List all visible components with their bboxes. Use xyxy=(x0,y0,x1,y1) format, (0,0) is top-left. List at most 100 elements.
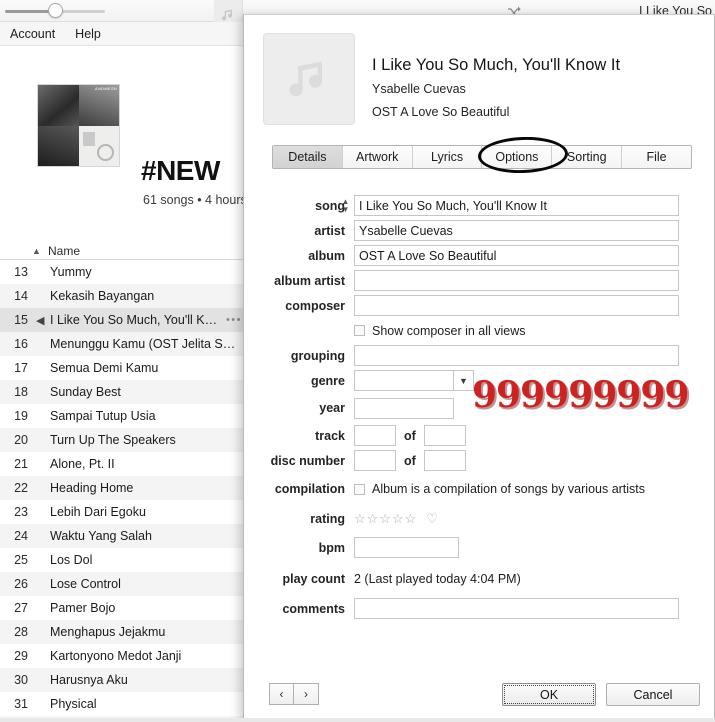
mosaic-tile-4 xyxy=(78,125,119,166)
track-name: Physical xyxy=(50,697,97,711)
track-name: Pamer Bojo xyxy=(50,601,116,615)
tab-details[interactable]: Details xyxy=(273,146,343,168)
track-row[interactable]: 27 Pamer Bojo xyxy=(0,596,250,620)
tab-sorting[interactable]: Sorting xyxy=(552,146,623,168)
track-row[interactable]: 13 Yummy xyxy=(0,260,250,284)
track-row[interactable]: 15 ◀ I Like You So Much, You'll Kno... ••• xyxy=(0,308,250,332)
track-total-input[interactable] xyxy=(423,425,466,446)
disc-total-input[interactable] xyxy=(423,450,466,471)
form-row-rating: rating ☆☆☆☆☆ ♡ xyxy=(244,505,714,533)
song-stepper-icon[interactable]: ▲ ▼ xyxy=(341,197,350,214)
form-row-track: track of xyxy=(244,423,714,448)
track-number: 29 xyxy=(14,649,28,663)
composer-input[interactable] xyxy=(354,295,679,316)
menu-item-help[interactable]: Help xyxy=(75,27,101,41)
form-row-play-count: play count 2 (Last played today 4:04 PM)… xyxy=(244,562,714,596)
track-name: Menghapus Jejakmu xyxy=(50,625,166,639)
track-name: Lose Control xyxy=(50,577,121,591)
song-input[interactable]: I Like You So Much, You'll Know It xyxy=(354,195,679,216)
track-number: 22 xyxy=(14,481,28,495)
track-name: Kekasih Bayangan xyxy=(50,289,155,303)
track-list-header: ▲ Name xyxy=(0,241,250,260)
label-disc-number: disc number xyxy=(270,453,345,468)
album-input[interactable]: OST A Love So Beautiful xyxy=(354,245,679,266)
dialog-artwork[interactable] xyxy=(263,33,355,125)
year-input[interactable] xyxy=(354,397,454,419)
track-row[interactable]: 16 Menunggu Kamu (OST Jelita Seju... xyxy=(0,332,250,356)
track-name: Sampai Tutup Usia xyxy=(50,409,156,423)
track-row[interactable]: 18 Sunday Best xyxy=(0,380,250,404)
track-row[interactable]: 14 Kekasih Bayangan xyxy=(0,284,250,308)
track-row[interactable]: 31 Physical xyxy=(0,692,250,716)
menu-item-account[interactable]: Account xyxy=(10,27,55,41)
volume-slider[interactable] xyxy=(5,3,105,18)
track-name: Semua Demi Kamu xyxy=(50,361,159,375)
tab-lyrics[interactable]: Lyrics xyxy=(412,146,483,168)
track-number: 23 xyxy=(14,505,28,519)
track-number: 18 xyxy=(14,385,28,399)
track-row[interactable]: 26 Lose Control xyxy=(0,572,250,596)
track-number: 20 xyxy=(14,433,28,447)
chevron-down-icon[interactable]: ▼ xyxy=(454,370,474,391)
track-row[interactable]: 25 Los Dol xyxy=(0,548,250,572)
show-composer-checkbox[interactable] xyxy=(354,325,365,336)
genre-input[interactable] xyxy=(354,370,454,391)
track-row[interactable]: 23 Lebih Dari Egoku xyxy=(0,500,250,524)
tab-options[interactable]: Options xyxy=(482,146,553,168)
grouping-input[interactable] xyxy=(354,345,679,366)
sort-caret-icon[interactable]: ▲ xyxy=(32,246,41,256)
track-number: 28 xyxy=(14,625,28,639)
tab-artwork[interactable]: Artwork xyxy=(342,146,413,168)
track-row[interactable]: 29 Kartonyono Medot Janji xyxy=(0,644,250,668)
show-composer-label: Show composer in all views xyxy=(372,323,526,338)
screen-root: I Like You So Much, You'll Know It Accou… xyxy=(0,0,715,722)
label-play-count: play count xyxy=(282,572,345,586)
label-album-artist: album artist xyxy=(274,273,345,288)
show-composer-row[interactable]: Show composer in all views xyxy=(354,324,526,338)
track-name: Menunggu Kamu (OST Jelita Seju... xyxy=(50,337,242,351)
dialog-tabs[interactable]: Details Artwork Lyrics Options Sorting File xyxy=(272,145,692,169)
track-row[interactable]: 20 Turn Up The Speakers xyxy=(0,428,250,452)
track-row[interactable]: 21 Alone, Pt. II xyxy=(0,452,250,476)
rating-stars[interactable]: ☆☆☆☆☆ xyxy=(354,511,417,527)
cancel-button[interactable]: Cancel xyxy=(606,683,700,706)
bpm-input[interactable] xyxy=(354,537,459,558)
form-row-compilation: compilation Album is a compilation of so… xyxy=(244,473,714,505)
volume-track-filled xyxy=(5,10,53,13)
heart-icon[interactable]: ♡ xyxy=(426,511,438,527)
ok-button[interactable]: OK xyxy=(502,683,596,706)
form-row-artist: artist Ysabelle Cuevas xyxy=(244,218,714,243)
dialog-footer: ‹ › OK Cancel xyxy=(244,671,714,719)
dialog-header: I Like You So Much, You'll Know It Ysabe… xyxy=(244,15,714,130)
track-row[interactable]: 24 Waktu Yang Salah xyxy=(0,524,250,548)
volume-knob[interactable] xyxy=(48,3,63,18)
track-list[interactable]: 13 Yummy 14 Kekasih Bayangan 15 ◀ I Like You S… xyxy=(0,260,250,722)
dialog-artist: Ysabelle Cuevas xyxy=(372,82,466,96)
track-number: 15 xyxy=(14,313,28,327)
track-of-label: of xyxy=(404,428,416,443)
label-song: song xyxy=(315,198,345,213)
comments-input[interactable] xyxy=(354,598,679,619)
form-row-comments: comments xyxy=(244,596,714,621)
bottom-strip xyxy=(0,718,715,722)
track-row[interactable]: 28 Menghapus Jejakmu xyxy=(0,620,250,644)
label-grouping: grouping xyxy=(290,348,345,363)
compilation-checkbox[interactable] xyxy=(354,483,365,495)
album-artist-input[interactable] xyxy=(354,270,679,291)
song-info-dialog: I Like You So Much, You'll Know It Ysabe… xyxy=(243,14,715,720)
form-row-disc-number: disc number of xyxy=(244,448,714,473)
track-row[interactable]: 19 Sampai Tutup Usia xyxy=(0,404,250,428)
next-track-button[interactable]: › xyxy=(294,683,319,705)
track-row[interactable]: 17 Semua Demi Kamu xyxy=(0,356,250,380)
track-row[interactable]: 22 Heading Home xyxy=(0,476,250,500)
previous-track-button[interactable]: ‹ xyxy=(269,683,294,705)
track-number: 30 xyxy=(14,673,28,687)
compilation-row[interactable]: Album is a compilation of songs by vario… xyxy=(354,482,645,496)
column-header-name[interactable]: Name xyxy=(48,244,80,258)
tab-file[interactable]: File xyxy=(622,146,691,168)
track-row[interactable]: 30 Harusnya Aku xyxy=(0,668,250,692)
track-input[interactable] xyxy=(354,425,396,446)
artist-input[interactable]: Ysabelle Cuevas xyxy=(354,220,679,241)
disc-number-input[interactable] xyxy=(354,450,396,471)
speaker-icon: ◀ xyxy=(36,314,45,327)
